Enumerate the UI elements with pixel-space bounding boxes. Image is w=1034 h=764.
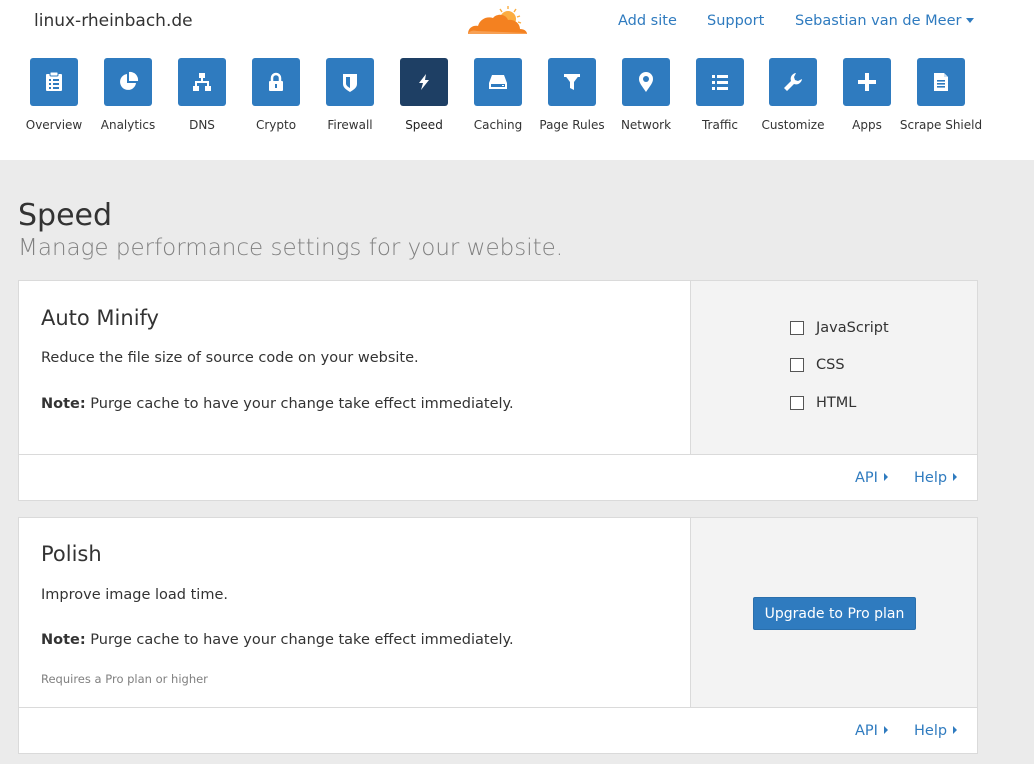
page-title: Speed <box>18 198 113 233</box>
note-text: Purge cache to have your change take eff… <box>85 632 514 648</box>
css-checkbox[interactable]: CSS <box>790 357 845 373</box>
plan-requirement: Requires a Pro plan or higher <box>41 672 208 686</box>
filter-icon <box>548 58 596 106</box>
note-label: Note: <box>41 396 86 412</box>
card-title: Polish <box>41 542 102 566</box>
note-label: Note: <box>41 632 86 648</box>
user-name: Sebastian van de Meer <box>795 13 962 29</box>
card-note: Note: Purge cache to have your change ta… <box>41 396 514 412</box>
card-description: Improve image load time. <box>41 587 228 603</box>
api-link-label: API <box>855 470 878 486</box>
card-footer: API Help <box>19 707 977 753</box>
help-link[interactable]: Help <box>914 470 958 486</box>
checkbox-label: CSS <box>816 357 845 373</box>
shield-icon <box>326 58 374 106</box>
auto-minify-card: Auto Minify Reduce the file size of sour… <box>18 280 978 501</box>
page-subtitle: Manage performance settings for your web… <box>18 235 564 261</box>
lock-icon <box>252 58 300 106</box>
card-footer: API Help <box>19 454 977 500</box>
note-text: Purge cache to have your change take eff… <box>85 396 514 412</box>
list-icon <box>696 58 744 106</box>
checkbox-box[interactable] <box>790 321 804 335</box>
checkbox-label: JavaScript <box>816 320 889 336</box>
card-note: Note: Purge cache to have your change ta… <box>41 632 514 648</box>
chevron-right-icon <box>953 473 958 481</box>
checkbox-box[interactable] <box>790 358 804 372</box>
help-link-label: Help <box>914 470 948 486</box>
nav-label: Scrape Shield <box>899 118 983 132</box>
support-link[interactable]: Support <box>707 13 764 29</box>
api-link[interactable]: API <box>855 470 888 486</box>
chevron-right-icon <box>883 726 888 734</box>
checkbox-label: HTML <box>816 395 857 411</box>
card-title: Auto Minify <box>41 306 159 330</box>
chevron-down-icon <box>966 17 975 23</box>
add-site-link[interactable]: Add site <box>618 13 677 29</box>
javascript-checkbox[interactable]: JavaScript <box>790 320 889 336</box>
chevron-right-icon <box>883 473 888 481</box>
help-link[interactable]: Help <box>914 723 958 739</box>
help-link-label: Help <box>914 723 948 739</box>
chevron-right-icon <box>953 726 958 734</box>
html-checkbox[interactable]: HTML <box>790 395 856 411</box>
lightning-icon <box>400 58 448 106</box>
network-tree-icon <box>178 58 226 106</box>
upgrade-to-pro-button[interactable]: Upgrade to Pro plan <box>753 597 916 630</box>
card-description: Reduce the file size of source code on y… <box>41 350 419 366</box>
map-pin-icon <box>622 58 670 106</box>
plus-icon <box>843 58 891 106</box>
wrench-icon <box>769 58 817 106</box>
api-link[interactable]: API <box>855 723 888 739</box>
document-icon <box>917 58 965 106</box>
polish-card: Polish Improve image load time. Note: Pu… <box>18 517 978 754</box>
pie-chart-icon <box>104 58 152 106</box>
checkbox-box[interactable] <box>790 396 804 410</box>
top-header: linux-rheinbach.de Add site Support Seba… <box>0 0 1034 160</box>
user-menu[interactable]: Sebastian van de Meer <box>795 13 975 29</box>
hard-drive-icon <box>474 58 522 106</box>
overview-icon <box>30 58 78 106</box>
api-link-label: API <box>855 723 878 739</box>
